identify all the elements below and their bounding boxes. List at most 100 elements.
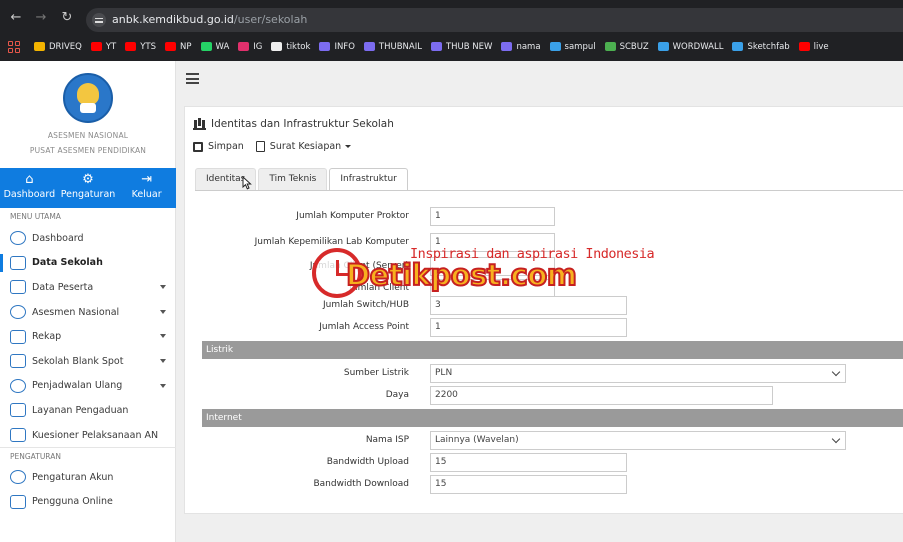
sidebar-item-penjadwalan-ulang[interactable]: Penjadwalan Ulang: [0, 374, 176, 399]
bookmark-label: THUBNAIL: [378, 41, 422, 52]
address-bar[interactable]: anbk.kemdikbud.go.id/user/sekolah: [86, 8, 903, 32]
bookmark-label: YT: [105, 41, 117, 52]
bookmark-driveq[interactable]: DRIVEQ: [34, 42, 82, 52]
data-peserta-icon: [10, 280, 26, 295]
readiness-letter-dropdown[interactable]: Surat Kesiapan: [255, 141, 352, 152]
tab-infrastruktur[interactable]: Infrastruktur: [329, 168, 408, 191]
label-bandwidth-upload: Bandwidth Upload: [326, 457, 409, 467]
sidebar-item-data-peserta[interactable]: Data Peserta: [0, 275, 176, 300]
bookmark-label: YTS: [140, 41, 157, 52]
bookmark-scbuz[interactable]: SCBUZ: [604, 41, 649, 52]
bookmark-ig[interactable]: IG: [238, 42, 262, 52]
forward-icon[interactable]: →: [33, 10, 49, 26]
bookmark-favicon-icon: [732, 42, 744, 51]
topnav-dashboard-button[interactable]: ⌂ Dashboard: [0, 168, 59, 208]
readiness-letter-label: Surat Kesiapan: [269, 141, 342, 152]
bookmark-sampul[interactable]: sampul: [549, 42, 596, 52]
sidebar-item-label: Layanan Pengaduan: [32, 404, 129, 416]
bookmark-label: SCBUZ: [619, 41, 649, 52]
sidebar-item-pengguna-online[interactable]: Pengguna Online: [0, 490, 176, 515]
reload-icon[interactable]: ↻: [59, 10, 75, 26]
menu-toggle-icon[interactable]: [186, 73, 199, 84]
input-jumlah-access-point[interactable]: 1: [430, 318, 627, 337]
sidebar-item-layanan-pengaduan[interactable]: Layanan Pengaduan: [0, 398, 176, 423]
sidebar-item-sekolah-blank-spot[interactable]: Sekolah Blank Spot: [0, 349, 176, 374]
pengguna-online-icon: [10, 494, 26, 509]
asesmen-nasional-icon: [10, 305, 26, 320]
bookmark-thub-new[interactable]: THUB NEW: [430, 42, 492, 52]
tab-underline: [195, 190, 903, 191]
label-nama-isp: Nama ISP: [365, 435, 409, 445]
bookmark-label: INFO: [334, 41, 355, 52]
sidebar-top-nav: ⌂ Dashboard ⚙ Pengaturan ⇥ Keluar: [0, 168, 176, 208]
browser-chrome: ← → ↻ anbk.kemdikbud.go.id/user/sekolah …: [0, 0, 903, 61]
mouse-cursor-icon: [242, 176, 252, 190]
apps-icon[interactable]: [8, 40, 20, 53]
url-text: anbk.kemdikbud.go.id/user/sekolah: [112, 13, 307, 26]
sidebar-item-rekap[interactable]: Rekap: [0, 324, 176, 349]
label-sumber-listrik: Sumber Listrik: [343, 368, 409, 378]
sekolah-blank-spot-icon: [10, 354, 26, 369]
school-panel: Identitas dan Infrastruktur Sekolah Simp…: [184, 106, 903, 514]
bookmark-wordwall[interactable]: WORDWALL: [657, 41, 724, 52]
bookmark-label: WORDWALL: [672, 41, 724, 52]
bookmark-favicon-icon: [34, 42, 45, 51]
sidebar-divider: [0, 447, 176, 448]
chevron-down-icon: [160, 383, 166, 388]
layanan-pengaduan-icon: [10, 403, 26, 418]
label-bandwidth-download: Bandwidth Download: [313, 479, 409, 489]
bookmark-thubnail[interactable]: THUBNAIL: [363, 41, 422, 52]
back-icon[interactable]: ←: [8, 10, 24, 26]
sidebar-item-label: Rekap: [32, 331, 62, 343]
select-nama-isp[interactable]: Lainnya (Wavelan): [430, 431, 846, 450]
bookmark-np[interactable]: NP: [165, 42, 192, 52]
label-jumlah-access-point: Jumlah Access Point: [319, 322, 409, 332]
dashboard-icon: [10, 231, 26, 246]
input-bandwidth-download[interactable]: 15: [430, 475, 627, 494]
bookmark-favicon-icon: [363, 42, 375, 51]
input-jumlah-switch-hub[interactable]: 3: [430, 296, 627, 315]
save-button[interactable]: Simpan: [193, 141, 244, 152]
topnav-pengaturan-button[interactable]: ⚙ Pengaturan: [59, 168, 118, 208]
bookmark-label: Sketchfab: [747, 41, 790, 52]
sidebar-item-dashboard[interactable]: Dashboard: [0, 226, 176, 251]
input-jumlah-komputer-proktor[interactable]: 1: [430, 207, 555, 226]
bookmark-favicon-icon: [501, 42, 513, 51]
input-daya[interactable]: 2200: [430, 386, 773, 405]
site-info-icon[interactable]: [92, 13, 106, 27]
building-icon: [193, 119, 206, 130]
label-daya: Daya: [385, 390, 409, 400]
topnav-label: Dashboard: [3, 189, 56, 200]
bookmarks-bar: DRIVEQ YT YTS NP WA IG tiktok INFO THUBNAIL THUB …: [8, 38, 838, 55]
bookmark-label: nama: [516, 41, 541, 52]
bookmark-yt[interactable]: YT: [90, 41, 117, 52]
label-jumlah-komputer-proktor: Jumlah Komputer Proktor: [296, 211, 409, 221]
bookmark-favicon-icon: [604, 42, 616, 51]
sidebar-item-pengaturan-akun[interactable]: Pengaturan Akun: [0, 465, 176, 490]
topnav-keluar-button[interactable]: ⇥ Keluar: [117, 168, 176, 208]
bookmark-label: WA: [215, 41, 230, 52]
sidebar-item-label: Kuesioner Pelaksanaan AN: [32, 429, 159, 441]
bookmark-favicon-icon: [238, 42, 250, 51]
menu-section-label: MENU UTAMA: [10, 212, 61, 221]
topnav-label: Keluar: [131, 189, 162, 200]
bookmark-tiktok[interactable]: tiktok: [271, 42, 310, 52]
topnav-label: Pengaturan: [60, 189, 116, 200]
tab-tim-teknis[interactable]: Tim Teknis: [258, 168, 328, 190]
bookmark-nama[interactable]: nama: [501, 41, 541, 52]
bookmark-wa[interactable]: WA: [200, 41, 230, 52]
bookmark-sketchfab[interactable]: Sketchfab: [732, 41, 790, 52]
chevron-down-icon: [160, 358, 166, 363]
bookmark-live[interactable]: live: [798, 42, 829, 52]
sidebar-item-label: Dashboard: [32, 232, 84, 244]
input-bandwidth-upload[interactable]: 15: [430, 453, 627, 472]
panel-title-text: Identitas dan Infrastruktur Sekolah: [211, 118, 394, 130]
section-listrik: Listrik: [202, 341, 903, 359]
sidebar-item-asesmen-nasional[interactable]: Asesmen Nasional: [0, 300, 176, 325]
sidebar-item-data-sekolah[interactable]: Data Sekolah: [0, 251, 176, 276]
sidebar-item-kuesioner-pelaksanaan-an[interactable]: Kuesioner Pelaksanaan AN: [0, 423, 176, 448]
bookmark-yts[interactable]: YTS: [125, 42, 156, 52]
bookmark-info[interactable]: INFO: [319, 41, 355, 52]
select-sumber-listrik[interactable]: PLN: [430, 364, 846, 383]
main-menu: Dashboard Data Sekolah Data Peserta Asesmen…: [0, 226, 176, 447]
